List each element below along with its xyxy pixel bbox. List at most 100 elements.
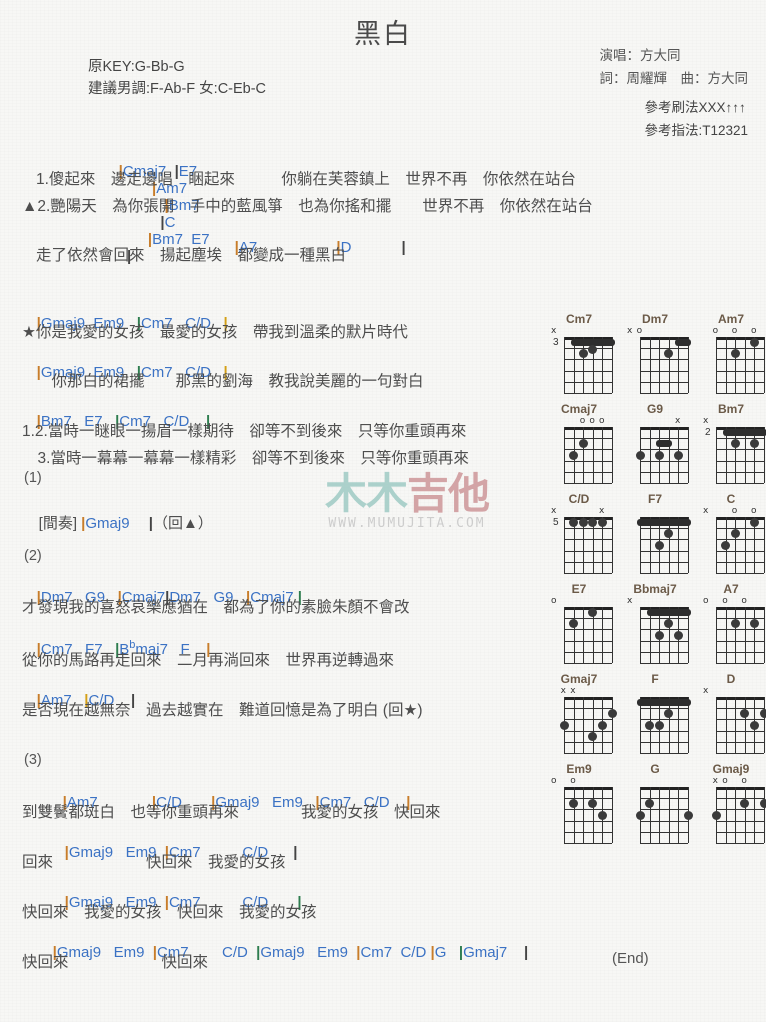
fret-line (564, 438, 612, 440)
finger-dot (578, 518, 588, 528)
fret-line (564, 550, 612, 552)
chord-diagram-row: Cmaj7 o o o G9 x Bm7 x 2 (546, 402, 766, 484)
open-string-icon: o (703, 596, 709, 606)
finger-dot (711, 810, 721, 820)
finger-dot (664, 709, 674, 719)
fretboard (559, 697, 617, 754)
string-line (716, 337, 717, 393)
barre (656, 440, 672, 448)
finger-dot (588, 518, 598, 528)
muted-string-icon: x (675, 416, 681, 426)
finger-dot (759, 799, 766, 809)
fret-line (640, 640, 688, 642)
open-string-icon: o (712, 326, 719, 336)
string-line (716, 517, 717, 573)
fret-line (640, 460, 688, 462)
open-mute-markers: x (622, 416, 688, 427)
lyric-chorus-line2: 你那白的裙擺 那黑的劉海 教我說美麗的一句對白 (36, 373, 424, 390)
string-line (612, 517, 613, 573)
chord-diagram-row: E7 o Bbmaj7 x A7 o o o (546, 582, 765, 664)
string-line (754, 607, 756, 663)
fretboard (637, 517, 691, 574)
fretboard (716, 697, 766, 754)
fret-line (564, 528, 612, 530)
fretboard: 3 (553, 337, 615, 394)
fret-line (564, 640, 612, 642)
nut (640, 787, 688, 790)
string-line (668, 427, 670, 483)
fret-line (716, 393, 764, 394)
open-string-icon: o (599, 416, 605, 426)
fret-line (716, 381, 764, 383)
nut (564, 697, 612, 700)
strum-pattern: 參考刷法XXX↑↑↑ (644, 100, 746, 115)
fret-line (640, 843, 688, 844)
fret-line (716, 348, 764, 350)
string-line (659, 787, 661, 843)
fret-line (716, 550, 764, 552)
fret-line (564, 730, 612, 732)
string-line (754, 787, 756, 843)
finger-dot (759, 709, 766, 719)
fingerstyle-pattern: 參考指法:T12321 (644, 123, 748, 138)
string-line (573, 607, 575, 663)
watermark: 木木吉他 WWW.MUMUJITA.COM (296, 469, 518, 532)
nut (564, 787, 612, 790)
finger-dot (730, 619, 740, 629)
chord-diagram-row: Cm7 x 3 Dm7 x o Am7 o o o (546, 312, 765, 394)
fret-line (564, 719, 612, 721)
string-line (725, 697, 727, 753)
string-line (612, 787, 613, 843)
muted-string-icon: x (560, 686, 566, 696)
open-mute-markers: oo (546, 776, 612, 787)
fret-line (564, 629, 612, 631)
fret-line (640, 370, 688, 372)
chord-diagram-dm7: Dm7 x o (622, 312, 691, 394)
chord-diagram-name: E7 (571, 582, 587, 596)
finger-dot (597, 720, 607, 730)
lyric-verse1-line1: 1.傻起來 邊走邊唱 睏起來 你躺在芙蓉鎮上 世界不再 你依然在站台 (36, 171, 576, 188)
open-string-icon: o (722, 776, 728, 786)
finger-dot (721, 540, 731, 550)
chord-diagram-name: F (651, 672, 659, 686)
song-credits: 演唱：方大同 詞：周耀輝 曲：方大同 (600, 44, 749, 90)
fret-line (716, 460, 764, 462)
chord-diagram-d: Dx (698, 672, 766, 754)
finger-dot (588, 608, 598, 618)
fret-line (564, 741, 612, 743)
open-string-icon: o (731, 326, 738, 336)
finger-dot (749, 338, 759, 348)
fret-line (716, 798, 764, 800)
fret-line (640, 438, 688, 440)
chord-diagram-cd: C/D x x 5 (546, 492, 613, 574)
string-line (583, 607, 585, 663)
fret-line (640, 629, 688, 631)
fret-line (716, 359, 764, 361)
chord-diagram-name: F7 (647, 492, 662, 506)
fretboard (716, 607, 765, 664)
fret-line (716, 831, 764, 833)
fret-line (640, 708, 688, 710)
watermark-logo-text: 木木吉他 (324, 469, 490, 518)
fret-line (716, 753, 764, 754)
finger-dot (654, 540, 664, 550)
fret-line (716, 730, 764, 732)
string-line (612, 427, 613, 483)
string-line (640, 607, 641, 663)
string-line (564, 787, 565, 843)
fret-line (640, 393, 688, 394)
lyric-chorus-line3: 1.2.當時一瞇眼一揚眉一樣期待 卻等不到後來 只等你重頭再來 (22, 423, 467, 440)
string-line (659, 337, 661, 393)
nut (564, 427, 612, 430)
fret-line (716, 651, 764, 653)
fret-line (640, 550, 688, 552)
chord-diagram-name: C/D (568, 492, 590, 506)
finger-dot (749, 720, 759, 730)
open-mute-markers (622, 506, 688, 517)
key-info: 原KEY:G-Bb-G 建議男調:F-Ab-F 女:C-Eb-C (88, 56, 266, 100)
string-line (573, 787, 575, 843)
finger-dot (645, 799, 655, 809)
interlude-repeat: （回▲） (152, 515, 213, 532)
lyric-chorus-line1: ★你是我愛的女孩 最愛的女孩 帶我到溫柔的默片時代 (22, 324, 408, 341)
finger-dot (664, 529, 674, 539)
